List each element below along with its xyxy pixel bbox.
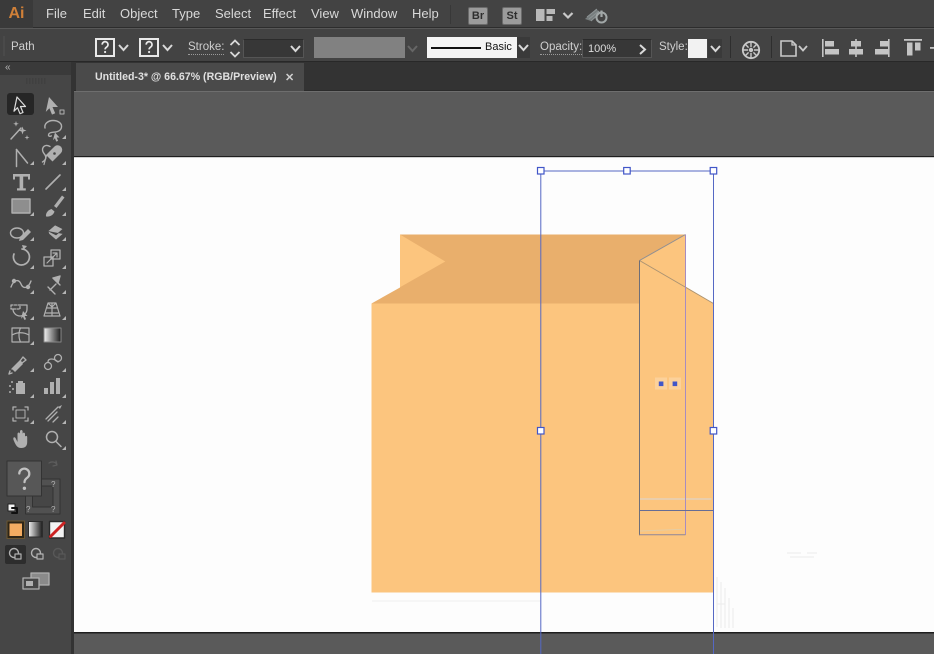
- svg-text:?: ?: [51, 505, 56, 514]
- svg-text:?: ?: [26, 505, 31, 514]
- svg-text:?: ?: [51, 480, 56, 489]
